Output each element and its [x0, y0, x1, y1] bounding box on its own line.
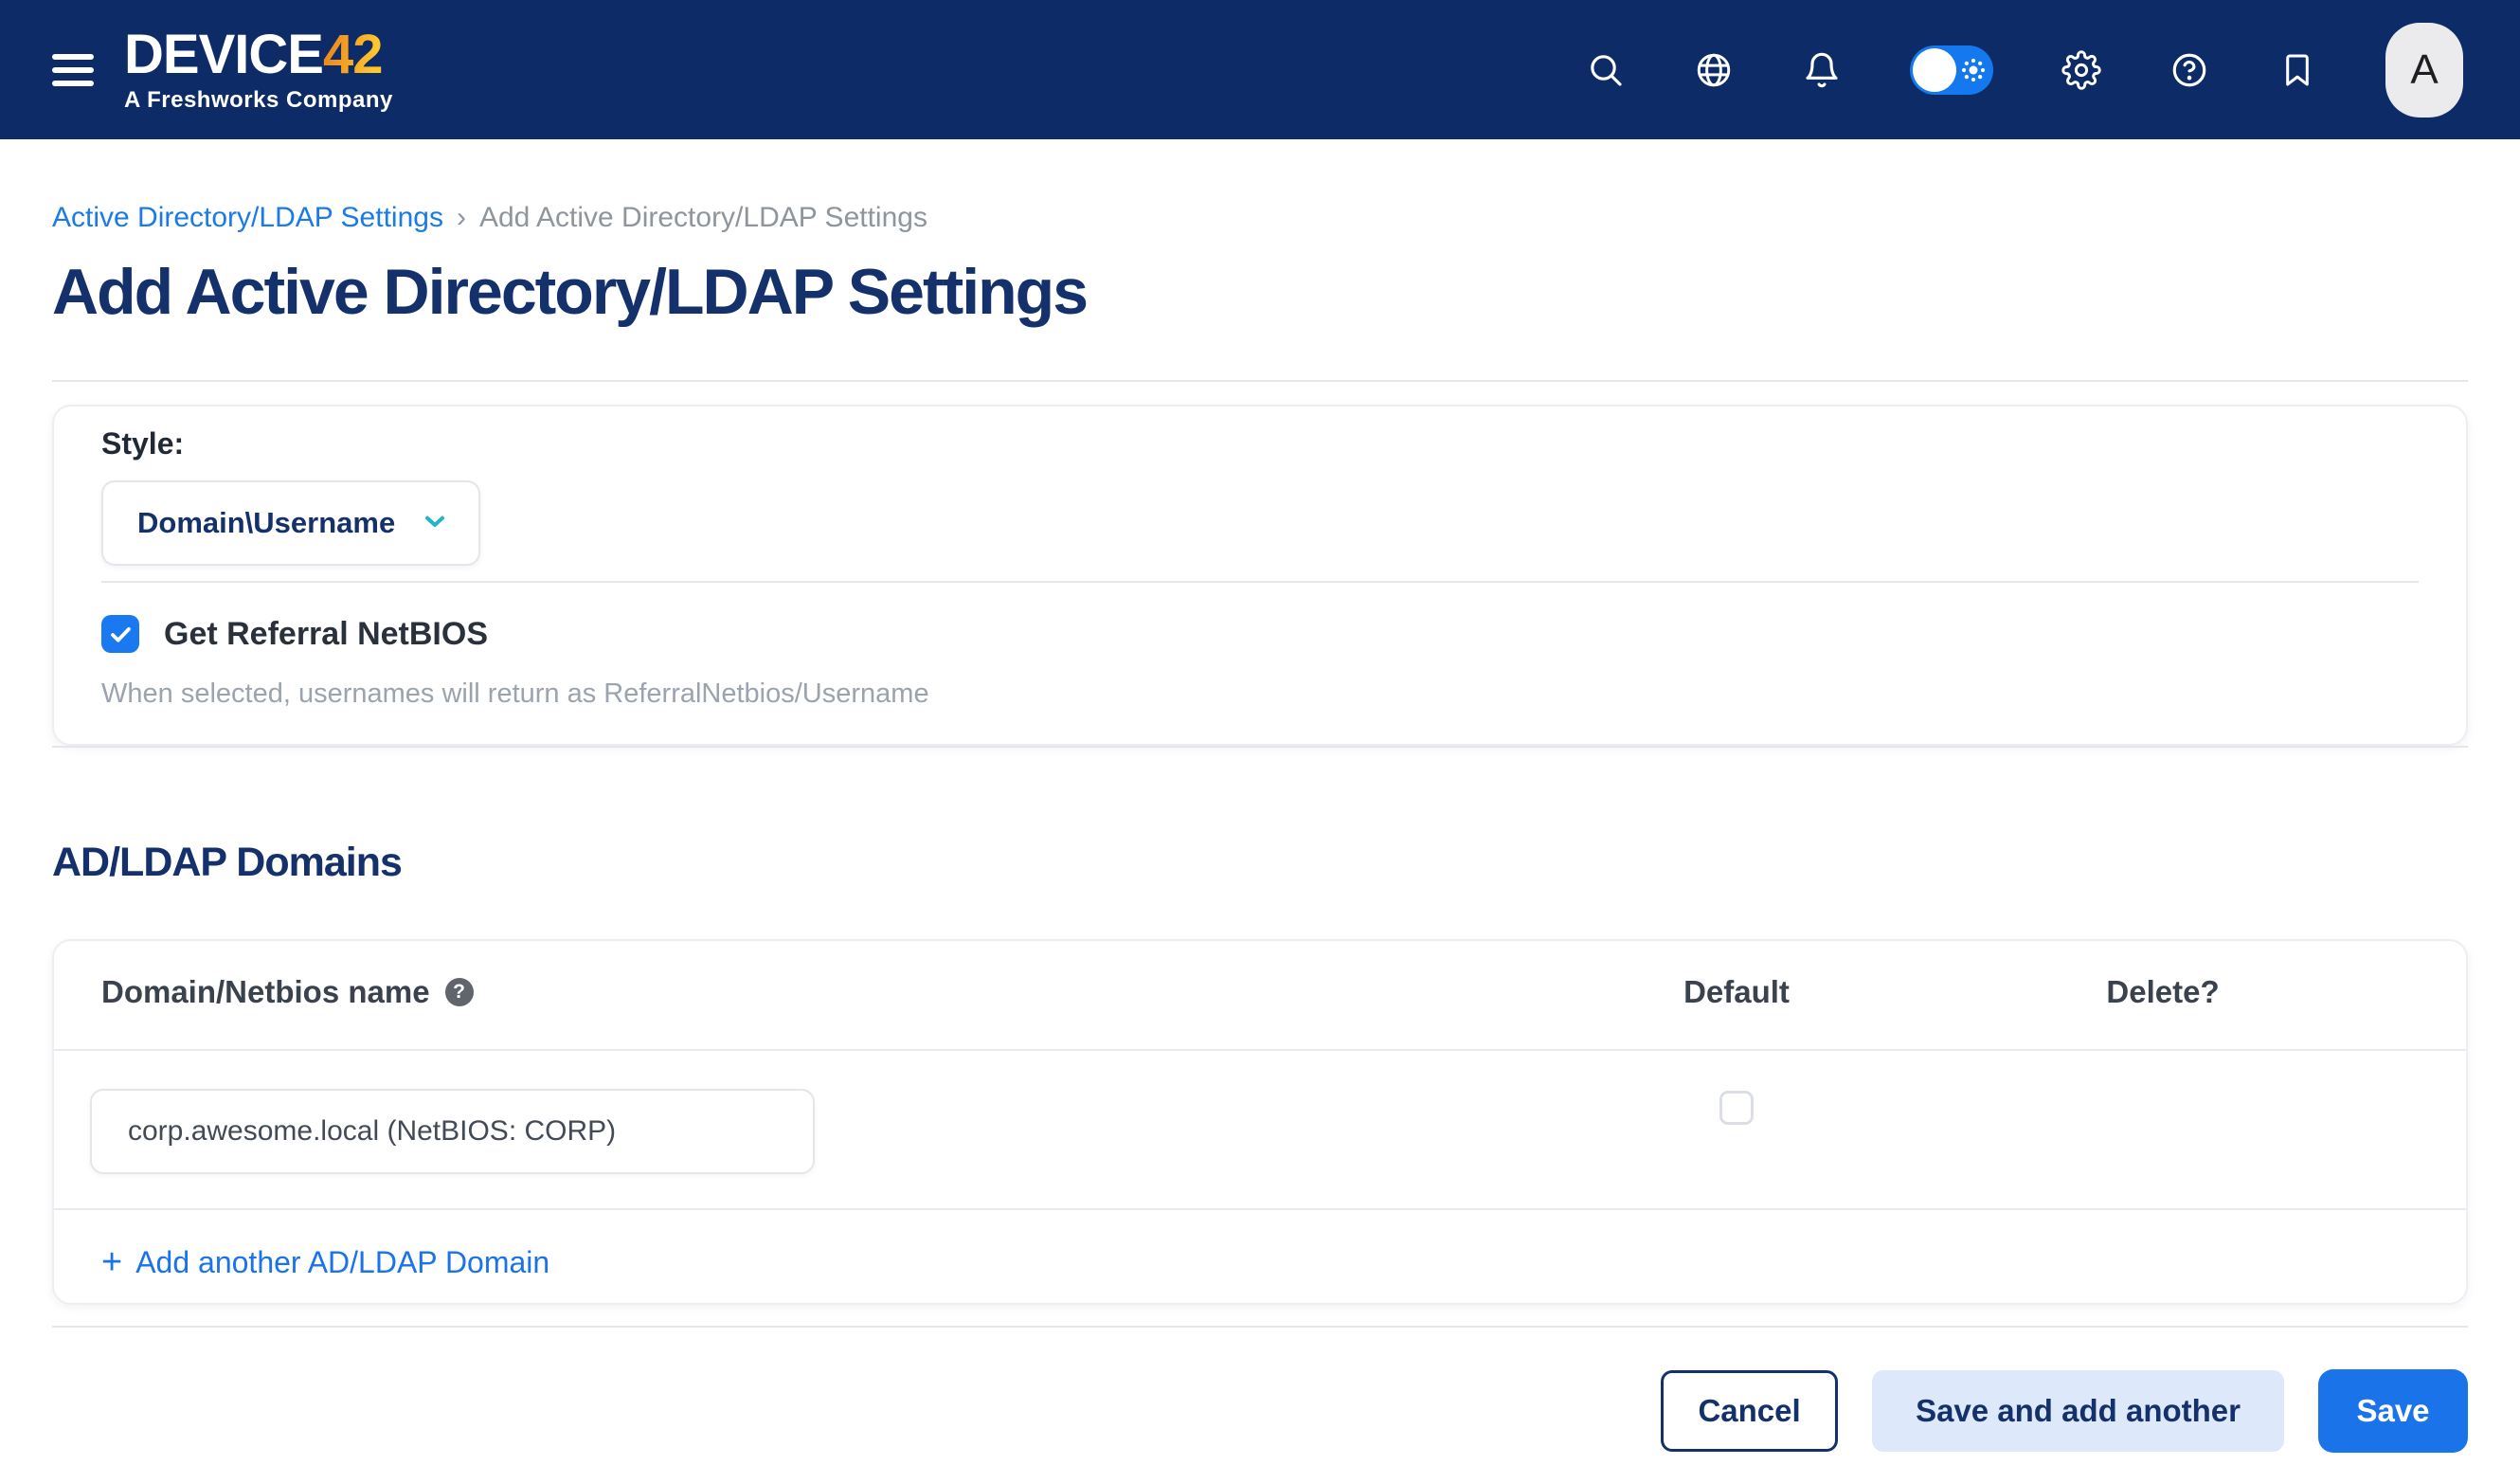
style-card: Style: Domain\Username Get Referral NetB… — [52, 405, 2468, 746]
form-actions: Cancel Save and add another Save — [52, 1369, 2468, 1453]
checkbox-label: Get Referral NetBIOS — [164, 615, 488, 653]
logo-tagline: A Freshworks Company — [124, 89, 393, 112]
breadcrumb: Active Directory/LDAP Settings › Add Act… — [52, 200, 2468, 236]
user-avatar[interactable]: A — [2385, 23, 2463, 118]
style-label: Style: — [101, 425, 2419, 461]
breadcrumb-current: Add Active Directory/LDAP Settings — [479, 200, 927, 236]
notifications-bell-icon[interactable] — [1802, 50, 1842, 90]
save-and-add-another-button[interactable]: Save and add another — [1872, 1370, 2284, 1452]
checkbox-checked-icon[interactable] — [101, 615, 139, 653]
avatar-initial: A — [2410, 46, 2438, 94]
bookmark-icon[interactable] — [2277, 50, 2317, 90]
theme-toggle[interactable] — [1910, 45, 1993, 95]
style-card-divider — [101, 581, 2419, 583]
menu-icon[interactable] — [52, 50, 94, 90]
get-referral-netbios-row[interactable]: Get Referral NetBIOS — [101, 615, 488, 653]
add-domain-link[interactable]: + Add another AD/LDAP Domain — [101, 1244, 549, 1280]
breadcrumb-link[interactable]: Active Directory/LDAP Settings — [52, 200, 443, 236]
column-domain-netbios: Domain/Netbios name — [101, 973, 430, 1011]
settings-gear-icon[interactable] — [2061, 50, 2101, 90]
footer-divider — [52, 1326, 2468, 1328]
device42-logo[interactable]: DEVICE 42 A Freshworks Company — [124, 27, 393, 112]
column-delete: Delete? — [1935, 973, 2466, 1011]
search-icon[interactable] — [1586, 50, 1626, 90]
domains-table: Domain/Netbios name ? Default Delete? + … — [52, 939, 2468, 1305]
style-dropdown[interactable]: Domain\Username — [101, 480, 480, 566]
logo-accent: 42 — [323, 27, 383, 82]
save-button[interactable]: Save — [2318, 1369, 2468, 1453]
toggle-knob — [1913, 48, 1956, 92]
section-divider — [52, 746, 2468, 748]
title-divider — [52, 380, 2468, 382]
sun-icon — [1959, 56, 1988, 87]
column-default: Default — [1538, 973, 1935, 1011]
breadcrumb-separator: › — [457, 200, 466, 236]
cancel-button[interactable]: Cancel — [1661, 1370, 1838, 1452]
chevron-down-icon — [420, 506, 450, 541]
domain-netbios-input[interactable] — [90, 1089, 815, 1174]
page-title: Add Active Directory/LDAP Settings — [52, 253, 2468, 331]
add-domain-label: Add another AD/LDAP Domain — [135, 1244, 549, 1280]
checkbox-help-text: When selected, usernames will return as … — [101, 678, 2419, 710]
logo-text: DEVICE — [124, 27, 323, 82]
globe-icon[interactable] — [1694, 50, 1734, 90]
help-icon[interactable] — [2169, 50, 2209, 90]
top-navbar: DEVICE 42 A Freshworks Company — [0, 0, 2520, 139]
main-content: Active Directory/LDAP Settings › Add Act… — [0, 200, 2520, 1453]
plus-icon: + — [101, 1244, 122, 1280]
add-domain-row: + Add another AD/LDAP Domain — [54, 1210, 2466, 1303]
style-dropdown-value: Domain\Username — [137, 506, 395, 540]
domains-section-title: AD/LDAP Domains — [52, 839, 2468, 886]
table-header-row: Domain/Netbios name ? Default Delete? — [54, 941, 2466, 1051]
default-checkbox[interactable] — [1719, 1091, 1754, 1125]
table-row — [54, 1051, 2466, 1210]
help-circle-icon[interactable]: ? — [445, 978, 474, 1006]
